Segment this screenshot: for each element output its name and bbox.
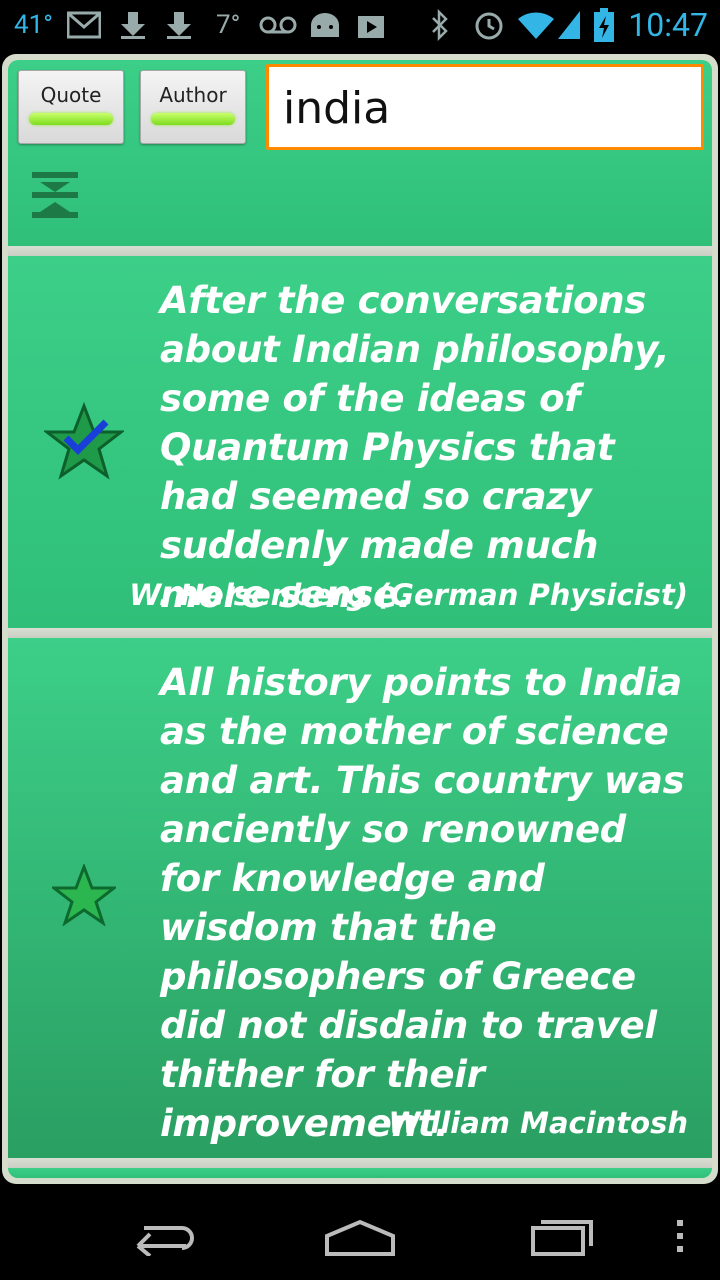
author-button-indicator <box>151 113 235 125</box>
download-icon <box>162 8 196 42</box>
quote-text: After the conversations about Indian phi… <box>160 279 670 616</box>
divider <box>8 628 712 638</box>
app-window: Quote Author india After the conversatio… <box>2 54 718 1184</box>
voicemail-icon <box>258 8 298 42</box>
temperature-small-label: 7° <box>216 10 241 40</box>
menu-icon[interactable] <box>668 1206 692 1266</box>
quote-button-label: Quote <box>40 83 102 107</box>
quote-card[interactable]: After the conversations about Indian phi… <box>8 256 712 628</box>
search-input[interactable] <box>283 73 683 143</box>
clock: 10:47 <box>628 6 708 44</box>
quote-button-indicator <box>29 113 113 125</box>
signal-icon <box>556 8 582 42</box>
battery-charging-icon <box>592 8 616 42</box>
status-bar: 41° 7° 10:47 <box>0 0 720 50</box>
alarm-icon <box>472 8 506 42</box>
quote-author: William Macintosh <box>388 1106 688 1140</box>
divider <box>8 246 712 256</box>
search-header: Quote Author <box>8 60 712 246</box>
download-icon <box>116 8 150 42</box>
temperature-label: 41° <box>14 10 53 40</box>
author-search-button[interactable]: Author <box>140 70 246 144</box>
app-content: Quote Author india After the conversatio… <box>8 60 712 1178</box>
gmail-icon <box>66 8 102 42</box>
favorite-checked-star-icon[interactable] <box>42 401 126 484</box>
quote-text: All history points to India as the mothe… <box>160 661 685 1145</box>
recent-apps-icon[interactable] <box>522 1206 602 1266</box>
quote-author: W. Heisenberg (German Physicist) <box>129 578 688 612</box>
quote-card[interactable]: All history points to India as the mothe… <box>8 638 712 1158</box>
store-icon <box>354 8 388 42</box>
star-icon[interactable] <box>49 862 119 930</box>
navigation-bar <box>0 1192 720 1280</box>
author-button-label: Author <box>159 83 227 107</box>
android-debug-icon <box>306 8 344 42</box>
back-icon[interactable] <box>120 1206 200 1266</box>
wifi-icon <box>516 8 556 42</box>
collapse-icon[interactable] <box>30 170 82 222</box>
home-icon[interactable] <box>318 1206 402 1266</box>
divider <box>8 1158 712 1168</box>
quote-card-partial <box>8 1168 712 1178</box>
quote-search-button[interactable]: Quote <box>18 70 124 144</box>
search-box[interactable] <box>266 64 704 150</box>
bluetooth-icon <box>428 8 452 42</box>
